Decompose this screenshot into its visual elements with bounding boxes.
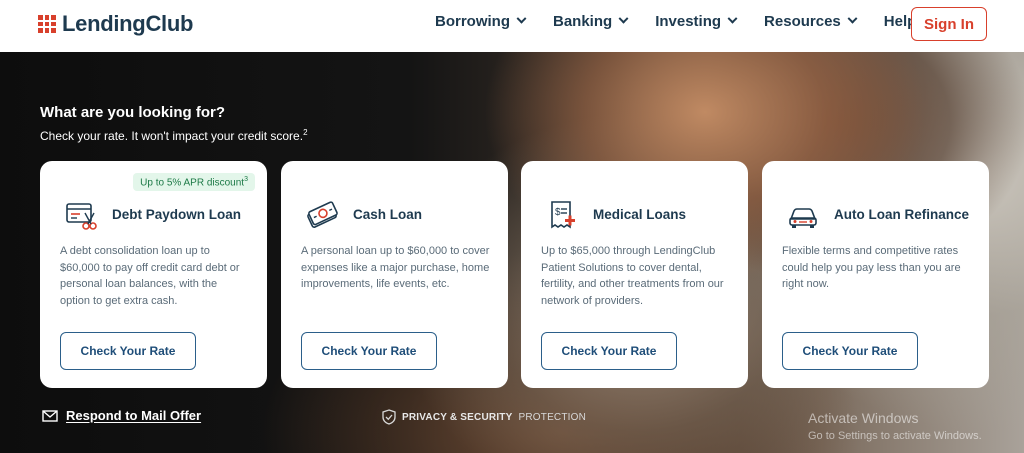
card-title: Medical Loans: [593, 207, 687, 222]
privacy-bold-label: PRIVACY & SECURITY: [402, 411, 513, 423]
product-card-medical-loans: $ Medical Loans Up to $65,000 through Le…: [521, 161, 748, 388]
nav-borrowing[interactable]: Borrowing: [435, 13, 527, 30]
mail-offer-label: Respond to Mail Offer: [66, 408, 202, 423]
lendingclub-logo[interactable]: LendingClub: [38, 11, 193, 37]
hero-section: What are you looking for? Check your rat…: [0, 52, 1024, 453]
svg-text:$: $: [555, 207, 561, 218]
check-your-rate-button[interactable]: Check Your Rate: [301, 332, 437, 370]
car-icon: [789, 208, 817, 228]
nav-banking-label: Banking: [553, 13, 613, 30]
card-description: Flexible terms and competitive rates cou…: [782, 245, 961, 290]
card-description: A personal loan up to $60,000 to cover e…: [301, 245, 490, 290]
site-header: LendingClub Borrowing Banking Investing …: [0, 0, 1024, 52]
chevron-down-icon: [847, 13, 858, 24]
nav-banking[interactable]: Banking: [553, 13, 629, 30]
check-your-rate-button[interactable]: Check Your Rate: [60, 332, 196, 370]
card-title: Cash Loan: [353, 207, 423, 222]
main-nav: Borrowing Banking Investing Resources He…: [435, 13, 959, 30]
nav-investing-label: Investing: [655, 13, 722, 30]
chevron-down-icon: [727, 13, 738, 24]
badge-text: Up to 5% APR discount: [140, 177, 245, 189]
card-title: Debt Paydown Loan: [112, 207, 242, 222]
nav-resources-label: Resources: [764, 13, 841, 30]
brand-name: LendingClub: [62, 11, 194, 36]
debt-paydown-icon: [66, 203, 97, 230]
footnote-marker[interactable]: 2: [303, 128, 307, 137]
hero-subtitle-text: Check your rate. It won't impact your cr…: [40, 129, 304, 143]
nav-resources[interactable]: Resources: [764, 13, 858, 30]
nav-borrowing-label: Borrowing: [435, 13, 510, 30]
cash-icon: [307, 201, 338, 228]
shield-check-icon: [382, 409, 396, 425]
sign-in-button[interactable]: Sign In: [911, 7, 987, 41]
product-card-cash-loan: Cash Loan A personal loan up to $60,000 …: [281, 161, 508, 388]
activate-windows-subtitle: Go to Settings to activate Windows.: [808, 430, 982, 442]
check-your-rate-button[interactable]: Check Your Rate: [541, 332, 677, 370]
apr-discount-badge: Up to 5% APR discount3: [133, 173, 255, 192]
card-description: A debt consolidation loan up to $60,000 …: [60, 245, 240, 307]
activate-windows-title: Activate Windows: [808, 410, 919, 426]
nav-investing[interactable]: Investing: [655, 13, 738, 30]
logo-grid-icon: [38, 15, 56, 33]
medical-bill-icon: $: [551, 201, 575, 229]
privacy-rest-label: PROTECTION: [518, 411, 587, 423]
hero-subtitle: Check your rate. It won't impact your cr…: [40, 128, 308, 143]
card-description: Up to $65,000 through LendingClub Patien…: [541, 245, 724, 307]
product-card-auto-refinance: Auto Loan Refinance Flexible terms and c…: [762, 161, 989, 388]
footnote-marker[interactable]: 3: [244, 176, 248, 183]
check-your-rate-button[interactable]: Check Your Rate: [782, 332, 918, 370]
privacy-security-protection[interactable]: PRIVACY & SECURITY PROTECTION: [382, 409, 586, 425]
chevron-down-icon: [618, 13, 629, 24]
card-title: Auto Loan Refinance: [834, 207, 970, 222]
chevron-down-icon: [516, 13, 527, 24]
respond-to-mail-offer-link[interactable]: Respond to Mail Offer: [42, 408, 201, 423]
hero-title: What are you looking for?: [40, 104, 226, 121]
envelope-icon: [42, 409, 58, 422]
product-card-debt-paydown: Up to 5% APR discount3 Debt Paydown Loan…: [40, 161, 267, 388]
